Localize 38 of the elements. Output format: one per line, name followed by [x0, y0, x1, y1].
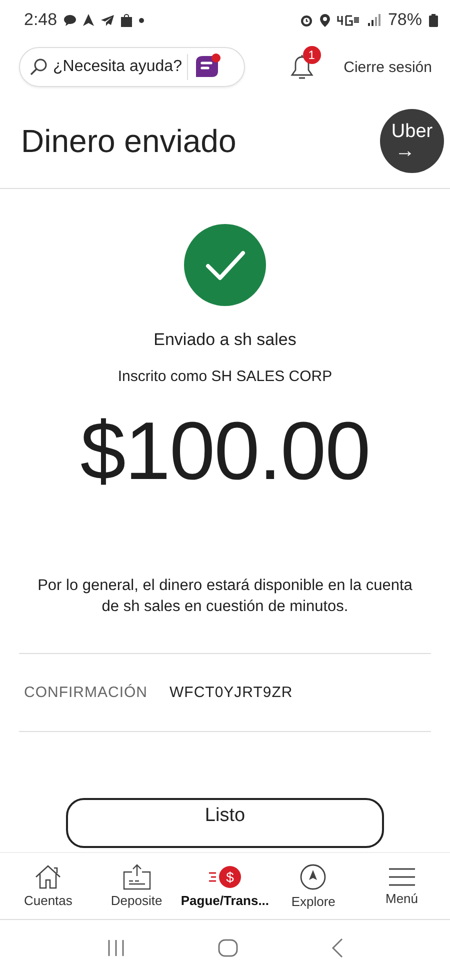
nav-tab[interactable]: Menú	[358, 866, 446, 906]
signal-icon	[368, 14, 381, 26]
chat-icon	[64, 14, 76, 26]
shopping-bag-icon	[121, 14, 132, 26]
send-icon	[101, 14, 114, 26]
recent-apps-icon[interactable]	[106, 939, 126, 957]
done-button[interactable]: Listo	[66, 798, 384, 848]
recipient-text: Enviado a sh sales	[154, 330, 296, 350]
nav-tab[interactable]: Cuentas	[4, 864, 92, 908]
notification-badge: 1	[302, 46, 321, 64]
alarm-icon	[300, 14, 313, 26]
nav-tab[interactable]: Explore	[269, 863, 358, 909]
success-check-icon	[184, 224, 266, 306]
home-button-icon[interactable]	[218, 939, 238, 957]
confirmation-label: CONFIRMACIÓN	[24, 684, 148, 702]
logout-link[interactable]: Cierre sesión	[344, 58, 432, 76]
nav-tab[interactable]: $ Pague/Trans...	[180, 864, 269, 908]
status-time: 2:48	[24, 10, 58, 30]
promo-button[interactable]: Uber →	[380, 109, 444, 173]
search-field[interactable]: ¿Necesita ayuda?	[19, 47, 245, 87]
availability-note: Por lo general, el dinero estará disponible en la cuenta de sh sales en cuestión de minutos.	[36, 576, 414, 618]
enrolled-name-text: Inscrito como SH SALES CORP	[118, 368, 332, 385]
battery-icon	[429, 14, 438, 26]
home-icon	[34, 864, 62, 890]
search-icon	[30, 58, 48, 76]
battery-percentage: 78%	[388, 10, 422, 30]
back-icon[interactable]	[330, 938, 344, 958]
dot-icon	[139, 18, 144, 22]
page-title: Dinero enviado	[21, 122, 236, 160]
compass-icon	[299, 863, 328, 891]
menu-icon	[388, 866, 416, 888]
nav-tab[interactable]: Deposite	[92, 864, 181, 908]
amount-text: $100.00	[80, 407, 370, 498]
confirmation-code: WFCT0YJRT9ZR	[170, 684, 293, 702]
navigation-icon	[83, 14, 94, 26]
deposit-icon	[122, 864, 152, 890]
location-icon	[320, 14, 330, 26]
network-icon	[336, 14, 361, 26]
